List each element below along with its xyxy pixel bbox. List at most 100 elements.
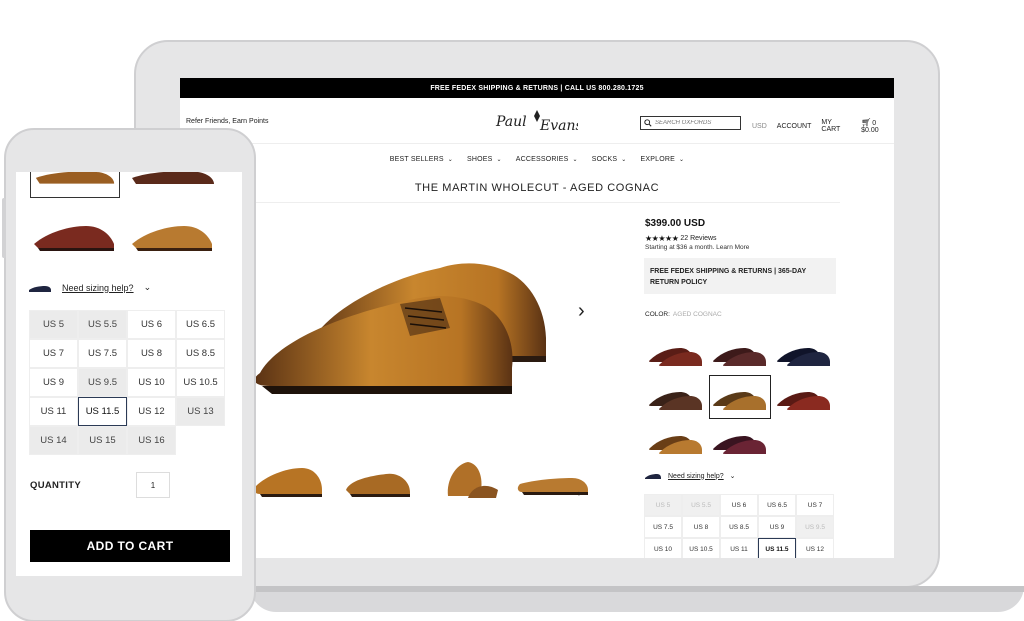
- main-nav: BEST SELLERS ⌄ SHOES ⌄ ACCESSORIES ⌄ SOCKS ⌄…: [180, 148, 894, 170]
- mobile-size-option[interactable]: US 7: [29, 339, 78, 368]
- mobile-size-option[interactable]: US 5.5: [78, 310, 127, 339]
- currency-selector[interactable]: USD: [752, 123, 767, 130]
- mobile-size-option[interactable]: US 9.5: [78, 368, 127, 397]
- mobile-size-option[interactable]: US 16: [127, 426, 176, 455]
- mobile-size-option[interactable]: US 15: [78, 426, 127, 455]
- size-option[interactable]: US 6.5: [758, 494, 796, 516]
- mobile-size-option[interactable]: US 7.5: [78, 339, 127, 368]
- mobile-size-option[interactable]: US 6.5: [176, 310, 225, 339]
- mobile-size-option[interactable]: US 8: [127, 339, 176, 368]
- search-input[interactable]: [655, 120, 735, 126]
- thumbnail-3[interactable]: [428, 456, 502, 504]
- divider: [240, 202, 840, 203]
- shoe-pair-icon: [649, 392, 702, 410]
- color-swatch[interactable]: [710, 420, 770, 462]
- size-option[interactable]: US 8.5: [720, 516, 758, 538]
- refer-friends-link[interactable]: Refer Friends, Earn Points: [186, 118, 268, 125]
- mobile-thumbnail-2[interactable]: [128, 172, 218, 198]
- color-swatch[interactable]: [710, 332, 770, 374]
- my-cart-link[interactable]: MY CART: [821, 119, 851, 133]
- product-main-image[interactable]: [250, 238, 560, 408]
- color-swatch-grid: [646, 332, 834, 462]
- search-box[interactable]: [640, 116, 741, 130]
- mobile-size-option[interactable]: US 11.5: [78, 397, 127, 426]
- svg-text:Paul: Paul: [495, 114, 527, 130]
- paul-evans-logo-icon: Paul Evans: [495, 110, 578, 134]
- color-swatch[interactable]: [646, 332, 706, 374]
- size-option[interactable]: US 9.5: [796, 516, 834, 538]
- nav-item-explore[interactable]: EXPLORE ⌄: [641, 156, 685, 163]
- thumbnail-1[interactable]: [252, 456, 326, 504]
- size-option[interactable]: US 9: [758, 516, 796, 538]
- shoe-pair-icon: [713, 436, 766, 454]
- mobile-sizing-help-link[interactable]: Need sizing help?: [62, 283, 134, 293]
- shoe-pair-icon: [777, 392, 830, 410]
- color-swatch[interactable]: [646, 420, 706, 462]
- thumbnail-2[interactable]: [340, 456, 414, 504]
- size-option[interactable]: US 10: [644, 538, 682, 558]
- cart-summary[interactable]: 🛒︎0 $0.00: [861, 118, 894, 134]
- color-label: COLOR: AGED COGNAC: [645, 311, 722, 318]
- color-swatch[interactable]: [774, 332, 834, 374]
- size-option[interactable]: US 8: [682, 516, 720, 538]
- sizing-help[interactable]: Need sizing help? ⌄: [644, 472, 736, 480]
- next-image-arrow[interactable]: ›: [578, 300, 585, 323]
- mobile-size-option[interactable]: US 6: [127, 310, 176, 339]
- color-swatch[interactable]: [709, 375, 771, 419]
- header-utilities: USD ACCOUNT MY CART 🛒︎0 $0.00: [752, 118, 894, 134]
- mobile-thumbnail-selected[interactable]: [30, 172, 120, 198]
- size-option[interactable]: US 11: [720, 538, 758, 558]
- mobile-size-option[interactable]: US 10: [127, 368, 176, 397]
- mobile-sizing-help[interactable]: Need sizing help? ⌄: [28, 282, 151, 293]
- thumbnail-next-arrow[interactable]: ›: [578, 488, 581, 498]
- nav-item-best-sellers[interactable]: BEST SELLERS ⌄: [390, 156, 453, 163]
- nav-item-socks[interactable]: SOCKS ⌄: [592, 156, 627, 163]
- chevron-down-icon: ⌄: [621, 156, 627, 163]
- color-swatch[interactable]: [646, 376, 706, 418]
- size-option[interactable]: US 12: [796, 538, 834, 558]
- chevron-down-icon: ⌄: [572, 156, 578, 163]
- color-swatch[interactable]: [774, 376, 834, 418]
- mobile-thumbnail-4[interactable]: [128, 214, 218, 258]
- selected-color-name: AGED COGNAC: [672, 311, 722, 318]
- shipping-line-1: FREE FEDEX SHIPPING & RETURNS | 365-DAY: [650, 268, 807, 275]
- cart-icon: 🛒︎: [861, 118, 872, 127]
- size-option[interactable]: US 5: [644, 494, 682, 516]
- nav-item-shoes[interactable]: SHOES ⌄: [467, 156, 502, 163]
- mobile-size-option[interactable]: US 9: [29, 368, 78, 397]
- account-link[interactable]: ACCOUNT: [777, 123, 812, 130]
- thumbnail-row: [252, 456, 590, 504]
- mobile-thumbnail-3[interactable]: [30, 214, 120, 258]
- size-option[interactable]: US 11.5: [758, 538, 796, 558]
- sizing-help-link[interactable]: Need sizing help?: [668, 473, 724, 480]
- size-option[interactable]: US 6: [720, 494, 758, 516]
- financing-text[interactable]: Starting at $36 a month. Learn More: [645, 244, 749, 251]
- shoe-pair-icon: [777, 348, 830, 366]
- review-count: 22 Reviews: [680, 235, 717, 242]
- size-option[interactable]: US 7: [796, 494, 834, 516]
- nav-label: SOCKS: [591, 155, 618, 163]
- mobile-size-option[interactable]: US 10.5: [176, 368, 225, 397]
- nav-label: SHOES: [467, 155, 493, 163]
- size-option[interactable]: US 7.5: [644, 516, 682, 538]
- size-option[interactable]: US 5.5: [682, 494, 720, 516]
- nav-label: ACCESSORIES: [515, 155, 569, 163]
- shoe-pair-icon: [713, 348, 766, 366]
- product-title: THE MARTIN WHOLECUT - AGED COGNAC: [414, 182, 660, 194]
- size-option[interactable]: US 10.5: [682, 538, 720, 558]
- rating-row[interactable]: ★★★★★ 22 Reviews: [645, 234, 717, 243]
- mobile-size-option[interactable]: US 8.5: [176, 339, 225, 368]
- nav-label: EXPLORE: [640, 155, 676, 163]
- mobile-size-option[interactable]: US 12: [127, 397, 176, 426]
- mobile-size-option[interactable]: US 5: [29, 310, 78, 339]
- mobile-size-option[interactable]: US 11: [29, 397, 78, 426]
- mobile-screen: Need sizing help? ⌄ US 5 US 5.5 US 6 US 6.5…: [16, 172, 242, 576]
- quantity-input[interactable]: 1: [136, 472, 170, 498]
- shipping-line-2: RETURN POLICY: [650, 279, 708, 286]
- add-to-cart-button[interactable]: ADD TO CART: [30, 530, 230, 562]
- mobile-size-option[interactable]: US 14: [29, 426, 78, 455]
- mobile-size-option[interactable]: US 13: [176, 397, 225, 426]
- brand-logo[interactable]: Paul Evans: [494, 104, 578, 138]
- shoe-icon: [29, 285, 51, 292]
- nav-item-accessories[interactable]: ACCESSORIES ⌄: [516, 156, 578, 163]
